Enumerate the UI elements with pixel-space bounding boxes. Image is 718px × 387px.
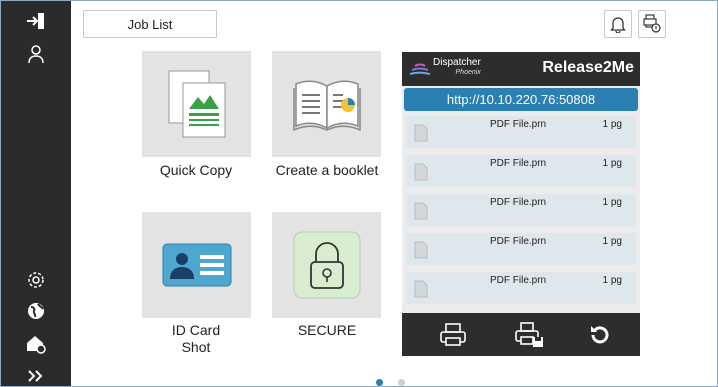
file-icon xyxy=(414,163,428,181)
panel-title: Release2Me xyxy=(542,59,634,76)
job-file-name: PDF File.prn xyxy=(490,158,547,169)
brand-sub: Phoenix xyxy=(455,69,481,76)
job-pages: 1 pg xyxy=(602,158,622,169)
globe-icon[interactable] xyxy=(23,298,49,324)
settings-gear-icon[interactable] xyxy=(23,267,49,293)
id-card-icon xyxy=(162,243,231,287)
job-row[interactable]: PDF File.prn 1 pg xyxy=(406,272,636,304)
padlock-icon xyxy=(293,231,360,299)
job-pages: 1 pg xyxy=(602,236,622,247)
dispatcher-logo-icon xyxy=(409,63,431,75)
copy-documents-icon xyxy=(168,70,225,138)
bell-icon[interactable] xyxy=(604,10,632,38)
job-file-name: PDF File.prn xyxy=(490,197,547,208)
screen-frame: Job List Quick Copy Create a booklet ID … xyxy=(0,0,718,387)
refresh-icon[interactable] xyxy=(585,321,615,349)
panel-footer xyxy=(402,313,640,356)
login-icon[interactable] xyxy=(23,8,49,34)
file-icon xyxy=(414,124,428,142)
id-card-label-line1: ID Card xyxy=(171,322,221,338)
dispatcher-brand: Dispatcher Phoenix xyxy=(433,58,481,78)
release2me-panel: Dispatcher Phoenix Release2Me http://10.… xyxy=(402,52,640,356)
panel-header: Dispatcher Phoenix Release2Me xyxy=(402,52,640,86)
secure-tile[interactable] xyxy=(272,212,381,318)
job-row[interactable]: PDF File.prn 1 pg xyxy=(406,194,636,226)
job-file-name: PDF File.prn xyxy=(490,236,547,247)
quick-copy-tile[interactable] xyxy=(142,51,251,157)
home-settings-icon[interactable] xyxy=(23,331,49,357)
create-booklet-label: Create a booklet xyxy=(275,162,379,178)
job-row[interactable]: PDF File.prn 1 pg xyxy=(406,155,636,187)
booklet-icon xyxy=(292,80,361,132)
server-url-bar[interactable]: http://10.10.220.76:50808 xyxy=(404,88,638,111)
job-file-name: PDF File.prn xyxy=(490,275,547,286)
job-pages: 1 pg xyxy=(602,275,622,286)
job-pages: 1 pg xyxy=(602,197,622,208)
expand-chevrons-icon[interactable] xyxy=(23,363,49,386)
job-status-icon[interactable] xyxy=(638,10,666,38)
page-indicator[interactable] xyxy=(398,379,405,386)
print-and-save-icon[interactable] xyxy=(514,321,544,349)
quick-copy-label: Quick Copy xyxy=(159,162,233,178)
create-booklet-tile[interactable] xyxy=(272,51,381,157)
job-row[interactable]: PDF File.prn 1 pg xyxy=(406,116,636,148)
id-card-label-line2: Shot xyxy=(181,339,211,355)
id-card-shot-label: ID Card Shot xyxy=(121,322,271,356)
page-indicator-active[interactable] xyxy=(376,379,383,386)
file-icon xyxy=(414,280,428,298)
print-icon[interactable] xyxy=(438,321,468,349)
job-pages: 1 pg xyxy=(602,119,622,130)
job-file-name: PDF File.prn xyxy=(490,119,547,130)
file-icon xyxy=(414,202,428,220)
file-icon xyxy=(414,241,428,259)
job-row[interactable]: PDF File.prn 1 pg xyxy=(406,233,636,265)
id-card-shot-tile[interactable] xyxy=(142,212,251,318)
job-list-button[interactable]: Job List xyxy=(83,10,217,38)
job-list-label: Job List xyxy=(127,16,173,32)
brand-name: Dispatcher xyxy=(433,57,481,68)
secure-label: SECURE xyxy=(297,322,357,338)
user-icon[interactable] xyxy=(23,41,49,67)
sidebar xyxy=(1,1,71,386)
